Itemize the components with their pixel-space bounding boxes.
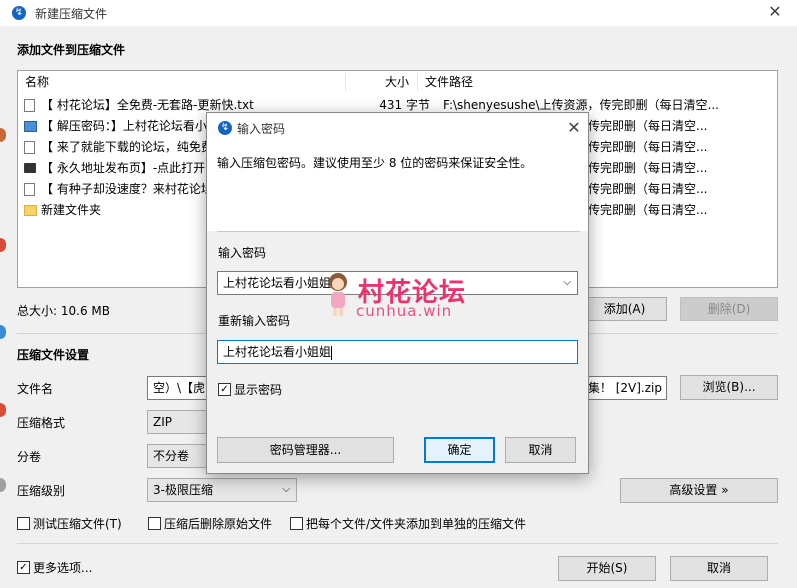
file-name: 【 解压密码：】上村花论坛看小 — [41, 119, 207, 133]
show-password-label: 显示密码 — [234, 383, 283, 397]
document-icon — [24, 99, 35, 112]
app-icon: ↯ — [12, 6, 26, 20]
column-header-size[interactable]: 大小 — [385, 71, 410, 93]
background-app-fragment — [0, 238, 6, 252]
computer-icon — [24, 163, 36, 173]
password-label: 输入密码 — [218, 246, 267, 260]
start-button[interactable]: 开始(S) — [558, 556, 656, 581]
level-select[interactable]: 3-极限压缩 ⌵ — [147, 478, 297, 502]
delete-after-checkbox[interactable] — [148, 517, 161, 530]
divider — [17, 543, 778, 544]
show-password-checkbox[interactable]: ✓ — [218, 383, 231, 396]
column-divider — [345, 73, 346, 91]
dialog-hint: 输入压缩包密码。建议使用至少 8 位的密码来保证安全性。 — [217, 156, 533, 170]
close-icon[interactable]: ✕ — [765, 2, 785, 22]
file-path: 传完即删（每日清空... — [588, 140, 708, 154]
chevron-down-icon: ⌵ — [282, 484, 290, 495]
separate-archive-checkbox-label: 把每个文件/文件夹添加到单独的压缩文件 — [306, 517, 527, 531]
close-icon[interactable]: ✕ — [564, 118, 584, 138]
cancel-button[interactable]: 取消 — [670, 556, 768, 581]
title-bar: ↯ 新建压缩文件 ✕ — [0, 0, 797, 26]
file-name: 【 永久地址发布页】-点此打开 — [41, 161, 206, 175]
divider — [217, 231, 580, 232]
file-name: 新建文件夹 — [41, 203, 102, 217]
folder-icon — [24, 205, 37, 216]
background-app-fragment — [0, 325, 6, 339]
filename-label: 文件名 — [17, 382, 54, 396]
background-app-fragment — [0, 128, 6, 142]
document-icon — [24, 141, 35, 154]
settings-title: 压缩文件设置 — [17, 348, 90, 362]
password-manager-button[interactable]: 密码管理器... — [217, 437, 394, 463]
dialog-cancel-button[interactable]: 取消 — [505, 437, 576, 463]
dialog-title: 输入密码 — [237, 122, 286, 136]
dialog-title-bar: ↯ 输入密码 ✕ — [207, 113, 588, 143]
section-add-title: 添加文件到压缩文件 — [17, 43, 126, 57]
confirm-password-label: 重新输入密码 — [218, 314, 291, 328]
file-path: 传完即删（每日清空... — [588, 119, 708, 133]
column-header-name[interactable]: 名称 — [25, 71, 50, 93]
column-divider — [417, 73, 418, 91]
browse-button[interactable]: 浏览(B)... — [680, 375, 778, 400]
add-button[interactable]: 添加(A) — [582, 297, 667, 321]
file-path: 传完即删（每日清空... — [588, 161, 708, 175]
separate-archive-checkbox[interactable] — [290, 517, 303, 530]
confirm-password-input[interactable]: 上村花论坛看小姐姐 — [217, 340, 578, 364]
volume-label: 分卷 — [17, 450, 42, 464]
watermark-url: cunhua.win — [356, 302, 453, 320]
document-icon — [24, 183, 35, 196]
delete-after-checkbox-label: 压缩后删除原始文件 — [164, 517, 273, 531]
delete-button[interactable]: 删除(D) — [680, 297, 778, 321]
background-app-fragment — [0, 403, 6, 417]
level-label: 压缩级别 — [17, 484, 66, 498]
test-checkbox[interactable] — [17, 517, 30, 530]
window-title: 新建压缩文件 — [35, 7, 108, 21]
ok-button[interactable]: 确定 — [424, 437, 495, 463]
confirm-password-value: 上村花论坛看小姐姐 — [223, 345, 332, 359]
dialog-hint-area: 输入压缩包密码。建议使用至少 8 位的密码来保证安全性。 — [207, 143, 588, 231]
watermark-mascot — [322, 270, 354, 318]
image-icon — [24, 121, 37, 132]
file-path: 传完即删（每日清空... — [588, 203, 708, 217]
chevron-down-icon[interactable]: ⌵ — [563, 272, 571, 294]
background-app-fragment — [0, 478, 6, 492]
file-path: 传完即删（每日清空... — [588, 182, 708, 196]
filename-value-right: 集！ [2V].zip — [587, 381, 662, 395]
filename-value-left: 空）\【虎 — [153, 381, 206, 395]
more-options-checkbox[interactable]: ✓ — [17, 561, 30, 574]
total-size: 总大小: 10.6 MB — [17, 304, 110, 318]
format-label: 压缩格式 — [17, 416, 66, 430]
advanced-settings-button[interactable]: 高级设置 » — [620, 478, 778, 503]
more-options-label: 更多选项... — [33, 561, 93, 575]
password-value: 上村花论坛看小姐姐 — [223, 276, 332, 290]
level-value: 3-极限压缩 — [153, 483, 213, 497]
column-header-path[interactable]: 文件路径 — [425, 71, 474, 93]
test-checkbox-label: 测试压缩文件(T) — [33, 517, 122, 531]
file-name: 【 有种子却没速度？来村花论坛 — [41, 182, 213, 196]
text-cursor — [331, 345, 333, 360]
app-icon: ↯ — [218, 121, 232, 135]
file-name: 【 来了就能下载的论坛，纯免费 — [41, 140, 213, 154]
